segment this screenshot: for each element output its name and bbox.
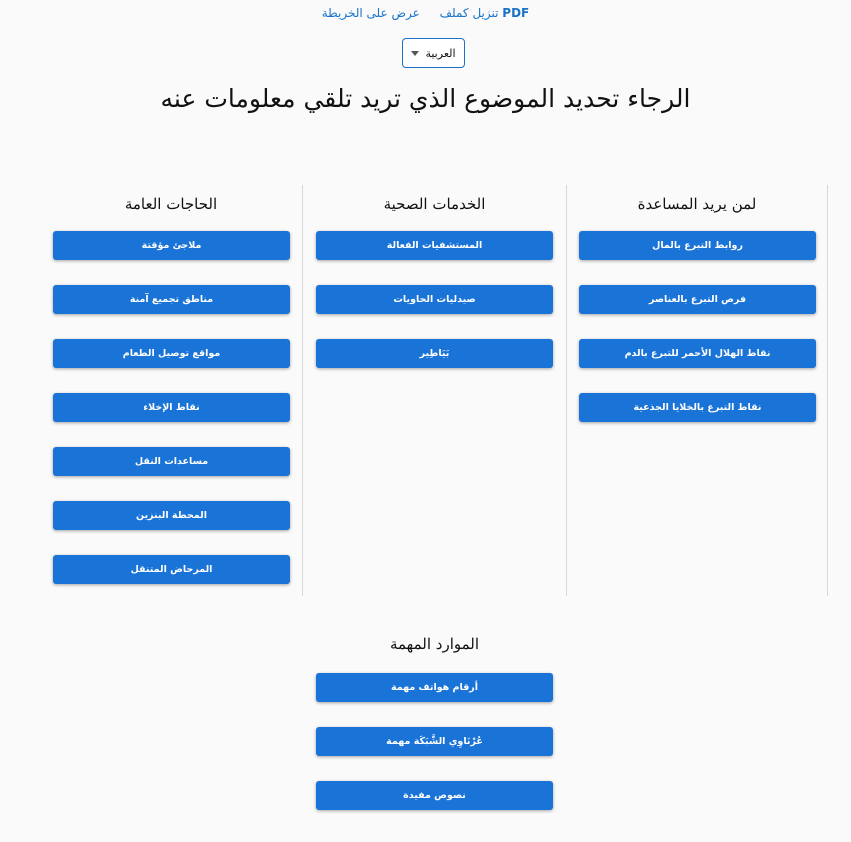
general-button[interactable]: مواقع توصيل الطعام	[53, 339, 290, 368]
health-button[interactable]: المستشفيات الفعالة	[316, 231, 553, 260]
download-label: تنزيل كملف	[439, 6, 499, 20]
download-prefix: PDF	[502, 6, 530, 20]
resources-button[interactable]: نصوص مفيدة	[316, 781, 553, 810]
help-button[interactable]: نقاط الهلال الأحمر للتبرع بالدم	[579, 339, 816, 368]
chevron-down-icon	[411, 50, 420, 56]
resources-section: الموارد المهمة أرقام هواتف مهمة عُرْنَاو…	[303, 635, 566, 810]
help-button[interactable]: روابط التبرع بالمال	[579, 231, 816, 260]
help-section: لمن يريد المساعدة روابط التبرع بالمال فر…	[566, 185, 828, 596]
page-title: الرجاء تحديد الموضوع الذي تريد تلقي معلو…	[160, 84, 691, 113]
resources-button[interactable]: أرقام هواتف مهمة	[316, 673, 553, 702]
health-section: الخدمات الصحية المستشفيات الفعالة صيدليا…	[303, 185, 566, 596]
help-button[interactable]: نقاط التبرع بالخلايا الجذعية	[579, 393, 816, 422]
health-button[interactable]: صيدليات الحاويات	[316, 285, 553, 314]
section-title: الموارد المهمة	[389, 635, 480, 653]
general-button[interactable]: مساعدات النقل	[53, 447, 290, 476]
resources-button[interactable]: عُرْنَاوِي الشَّبَكَة مهمة	[316, 727, 553, 756]
download-link[interactable]: PDF تنزيل كملف	[440, 6, 530, 20]
top-links: PDF تنزيل كملف عرض على الخريطة	[0, 6, 851, 20]
map-view-link[interactable]: عرض على الخريطة	[322, 6, 420, 20]
general-button[interactable]: ملاجئ مؤقتة	[53, 231, 290, 260]
general-button[interactable]: نقاط الإخلاء	[53, 393, 290, 422]
help-button[interactable]: فرص التبرع بالعناصر	[579, 285, 816, 314]
general-section: الحاجات العامة ملاجئ مؤقتة مناطق تجميع آ…	[40, 185, 303, 596]
health-button[interactable]: بَيَاطِير	[316, 339, 553, 368]
section-title: الخدمات الصحية	[383, 195, 486, 213]
section-title: لمن يريد المساعدة	[637, 195, 757, 213]
language-selected: العربية	[425, 46, 456, 60]
section-title: الحاجات العامة	[124, 195, 218, 213]
general-button[interactable]: المحطة البنزين	[53, 501, 290, 530]
general-button[interactable]: المرحاض المتنقل	[53, 555, 290, 584]
language-select[interactable]: العربية	[402, 38, 465, 68]
general-button[interactable]: مناطق تجميع آمنة	[53, 285, 290, 314]
